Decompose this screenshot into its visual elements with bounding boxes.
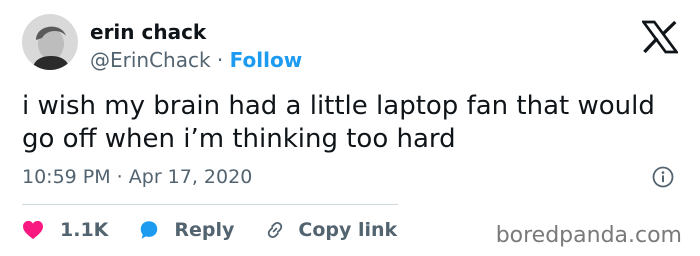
- link-icon: [268, 221, 283, 239]
- follow-button[interactable]: Follow: [230, 48, 303, 72]
- like-button[interactable]: 1.1K: [22, 218, 108, 242]
- copy-link-button[interactable]: Copy link: [264, 218, 397, 242]
- heart-icon: [23, 220, 43, 240]
- tweet-card: erin chack @ErinChack · Follow i wish my…: [0, 0, 700, 256]
- tweet-text: i wish my brain had a little laptop fan …: [22, 91, 655, 154]
- info-icon[interactable]: [652, 166, 674, 188]
- action-bar: 1.1K Reply Copy link: [22, 216, 397, 244]
- copy-link-label: Copy link: [298, 219, 398, 241]
- timestamp[interactable]: 10:59 PM · Apr 17, 2020: [22, 165, 252, 189]
- handle-row: @ErinChack · Follow: [90, 48, 302, 72]
- display-name[interactable]: erin chack: [90, 20, 206, 44]
- like-count: 1.1K: [60, 219, 109, 241]
- avatar[interactable]: [22, 14, 78, 70]
- divider: [22, 204, 398, 205]
- reply-button[interactable]: Reply: [138, 218, 234, 242]
- speech-bubble-icon: [141, 221, 158, 239]
- x-logo-icon[interactable]: [642, 20, 678, 54]
- handle[interactable]: @ErinChack: [90, 48, 211, 72]
- separator: ·: [210, 48, 230, 72]
- watermark: boredpanda.com: [495, 223, 682, 248]
- reply-label: Reply: [174, 219, 235, 241]
